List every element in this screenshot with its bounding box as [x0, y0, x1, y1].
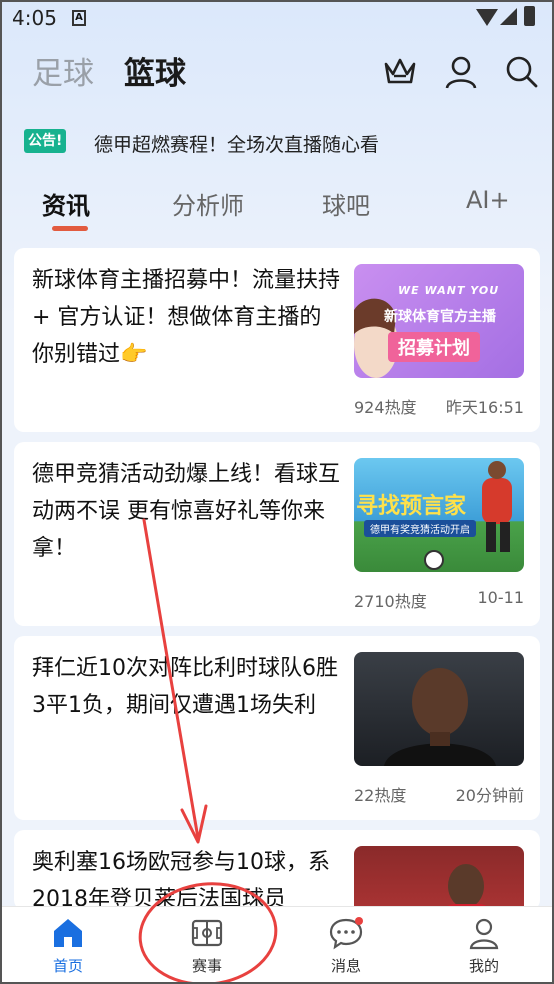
article-title: 奥利塞16场欧冠参与10球，系2018年登贝莱后法国球员 [32, 850, 330, 910]
status-time: 4:05 [12, 6, 57, 30]
notice-text: 德甲超燃赛程！全场次直播随心看 [94, 134, 380, 156]
tab-label: 球吧 [322, 192, 370, 220]
tab-ai[interactable]: AI+ [466, 186, 510, 214]
player-photo-image [444, 864, 490, 910]
sport-tab-label: 篮球 [124, 56, 186, 92]
nav-label: 消息 [330, 957, 361, 975]
article-title: 新球体育主播招募中！流量扶持 + 官方认证！想做体育主播的你别错过👉 [32, 268, 341, 367]
bottom-nav: 首页 赛事 消息 我的 [0, 906, 554, 984]
wifi-icon [476, 9, 498, 26]
nav-label: 首页 [52, 957, 83, 975]
article-thumbnail: WE WANT YOU 新球体育官方主播 招募计划 [354, 264, 524, 378]
unread-dot-icon [355, 917, 363, 925]
sport-tab-label: 足球 [32, 56, 94, 92]
banner-title: 寻找预言家 [356, 494, 467, 519]
tab-label: 资讯 [42, 192, 90, 220]
tab-news[interactable]: 资讯 [42, 186, 90, 231]
home-icon [54, 919, 82, 947]
article-title: 德甲竞猜活动劲爆上线！看球互动两不误 更有惊喜好礼等你来拿！ [32, 462, 341, 561]
profile-icon [469, 918, 499, 950]
banner-line1: WE WANT YOU [398, 284, 500, 297]
tab-label: 分析师 [172, 192, 244, 220]
article-time: 20分钟前 [455, 786, 524, 805]
nav-label: 我的 [468, 957, 499, 975]
coach-photo-image [384, 668, 496, 766]
tab-forum[interactable]: 球吧 [322, 186, 370, 221]
status-bar: 4:05 A [0, 0, 554, 36]
nav-profile[interactable]: 我的 [444, 915, 524, 976]
article-heat: 924热度 [354, 398, 417, 417]
article-thumbnail [354, 652, 524, 766]
article-thumbnail [354, 846, 524, 910]
content-tabs: 资讯 分析师 球吧 AI+ [14, 180, 540, 236]
article-card[interactable]: 新球体育主播招募中！流量扶持 + 官方认证！想做体育主播的你别错过👉 WE WA… [14, 248, 540, 432]
article-title: 拜仁近10次对阵比利时球队6胜3平1负，期间仅遭遇1场失利 [32, 656, 338, 718]
notification-a-icon: A [72, 10, 86, 26]
article-heat: 2710热度 [354, 592, 427, 611]
crown-icon[interactable] [382, 54, 418, 90]
article-thumbnail: 寻找预言家 德甲有奖竞猜活动开启 [354, 458, 524, 572]
tab-label: AI+ [466, 186, 510, 214]
battery-icon [524, 6, 535, 26]
banner-line3: 招募计划 [388, 332, 480, 362]
signal-icon [500, 8, 517, 25]
article-time: 昨天16:51 [445, 398, 524, 417]
notice-bar[interactable]: 公告! 德甲超燃赛程！全场次直播随心看 [14, 116, 540, 168]
user-icon[interactable] [443, 54, 479, 90]
notice-badge: 公告! [24, 129, 67, 153]
search-icon[interactable] [504, 54, 540, 90]
article-time: 10-11 [477, 588, 525, 607]
banner-line2: 新球体育官方主播 [384, 309, 496, 325]
nav-label: 赛事 [191, 957, 222, 975]
article-card[interactable]: 德甲竞猜活动劲爆上线！看球互动两不误 更有惊喜好礼等你来拿！ 寻找预言家 德甲有… [14, 442, 540, 626]
article-card[interactable]: 奥利塞16场欧冠参与10球，系2018年登贝莱后法国球员 [14, 830, 540, 910]
app-header: 足球 篮球 [0, 48, 554, 100]
nav-matches[interactable]: 赛事 [167, 915, 247, 976]
chat-icon [329, 917, 363, 950]
pitch-icon [191, 919, 223, 947]
article-card[interactable]: 拜仁近10次对阵比利时球队6胜3平1负，期间仅遭遇1场失利 22热度 20分钟前 [14, 636, 540, 820]
tab-analysts[interactable]: 分析师 [172, 186, 244, 221]
active-tab-indicator [52, 226, 88, 231]
sport-tab-football[interactable]: 足球 [32, 48, 94, 93]
nav-home[interactable]: 首页 [28, 915, 108, 976]
article-heat: 22热度 [354, 786, 407, 805]
banner-subtitle: 德甲有奖竞猜活动开启 [364, 520, 476, 537]
sport-tab-basketball[interactable]: 篮球 [121, 48, 195, 100]
nav-messages[interactable]: 消息 [306, 915, 386, 976]
